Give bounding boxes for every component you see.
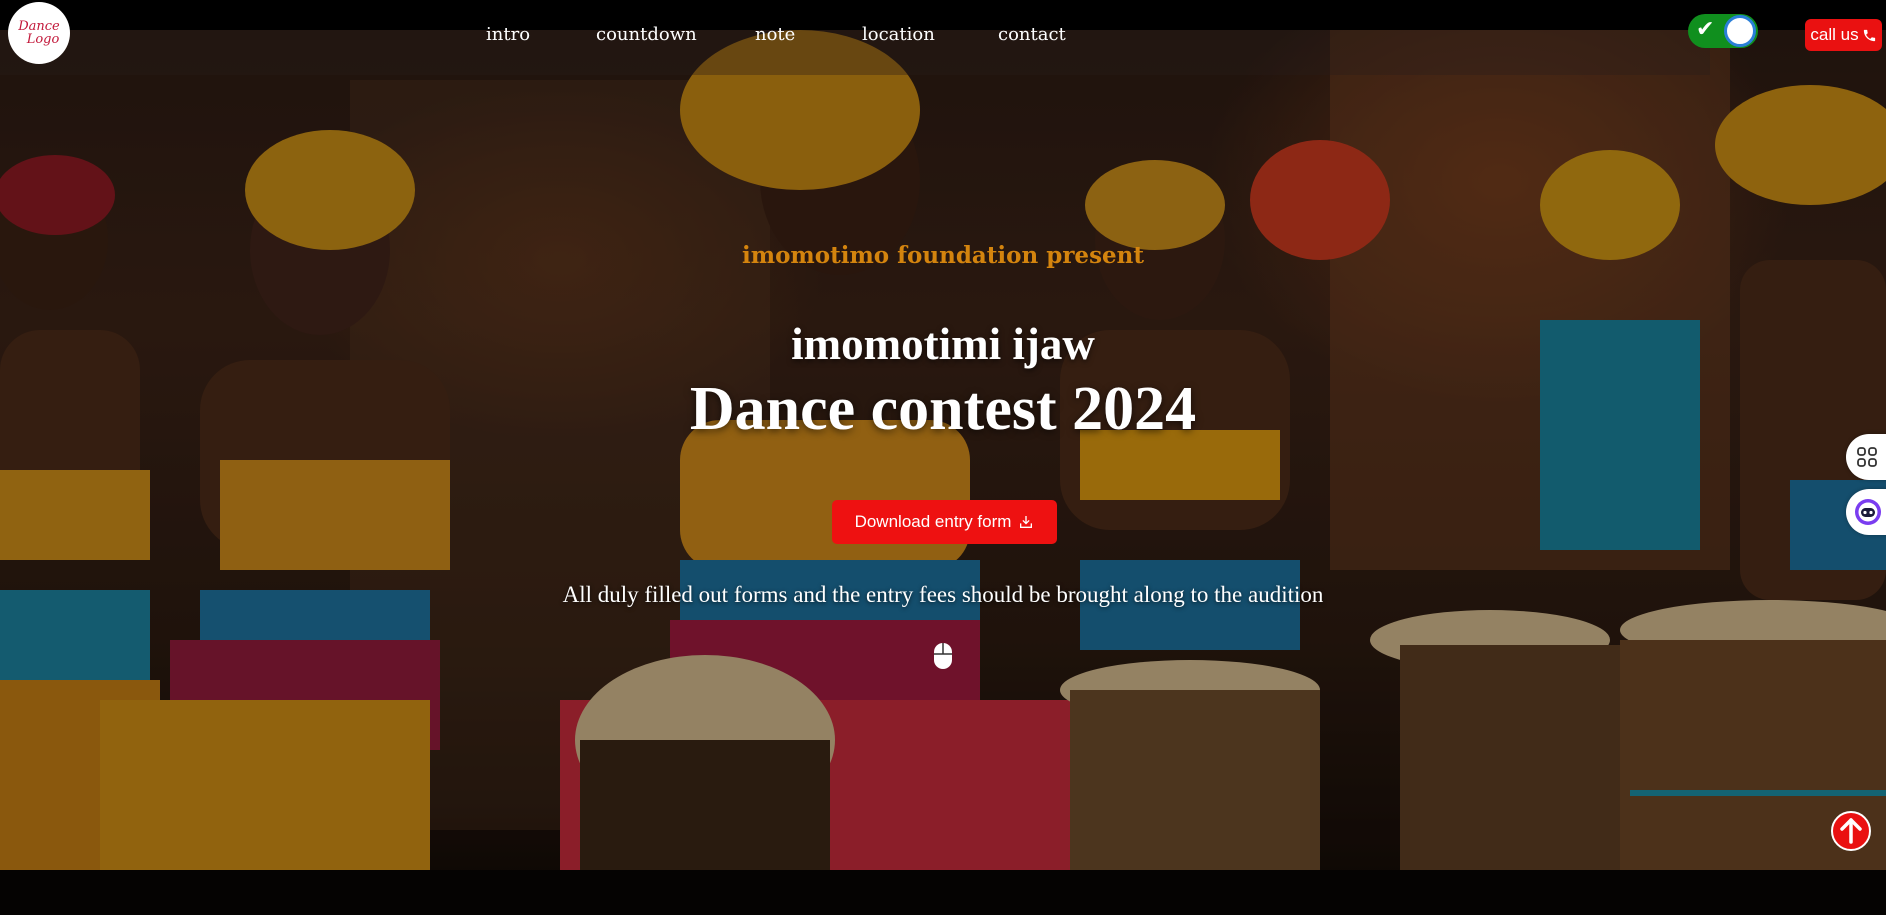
bot-icon (1855, 499, 1881, 525)
download-entry-form-button[interactable]: Download entry form (832, 500, 1057, 544)
download-label: Download entry form (854, 512, 1012, 531)
toggle-knob (1724, 15, 1756, 47)
apps-grid-icon (1857, 447, 1877, 467)
event-title-line2: Dance contest 2024 (689, 375, 1197, 443)
top-strip (0, 0, 1886, 30)
audition-note: All duly filled out forms and the entry … (562, 582, 1324, 607)
assistant-widget-button[interactable] (1846, 489, 1886, 535)
check-icon: ✔ (1696, 17, 1715, 42)
nav-link-location[interactable]: location (862, 24, 935, 45)
event-title-line1: imomotimi ijaw (791, 319, 1095, 369)
apps-widget-button[interactable] (1846, 434, 1886, 480)
nav-link-contact[interactable]: contact (998, 24, 1066, 45)
logo-text-logo: Logo (26, 32, 60, 47)
phone-icon (1863, 29, 1875, 41)
theme-toggle[interactable]: ✔ (1688, 14, 1758, 48)
arrow-up-icon (1840, 818, 1862, 844)
call-us-label: call us (1810, 25, 1859, 44)
mouse-scroll-icon[interactable] (932, 641, 954, 671)
nav-link-intro[interactable]: intro (486, 24, 530, 45)
download-icon (1020, 516, 1033, 528)
nav-link-note[interactable]: note (755, 24, 795, 45)
nav-link-countdown[interactable]: countdown (596, 24, 697, 45)
hero-background (0, 0, 1886, 915)
site-logo[interactable]: Dance Logo (8, 2, 70, 64)
navbar-background (0, 30, 1710, 75)
call-us-button[interactable]: call us (1805, 19, 1882, 51)
back-to-top-button[interactable] (1831, 811, 1871, 851)
presenter-text: imomotimo foundation present (742, 242, 1144, 269)
